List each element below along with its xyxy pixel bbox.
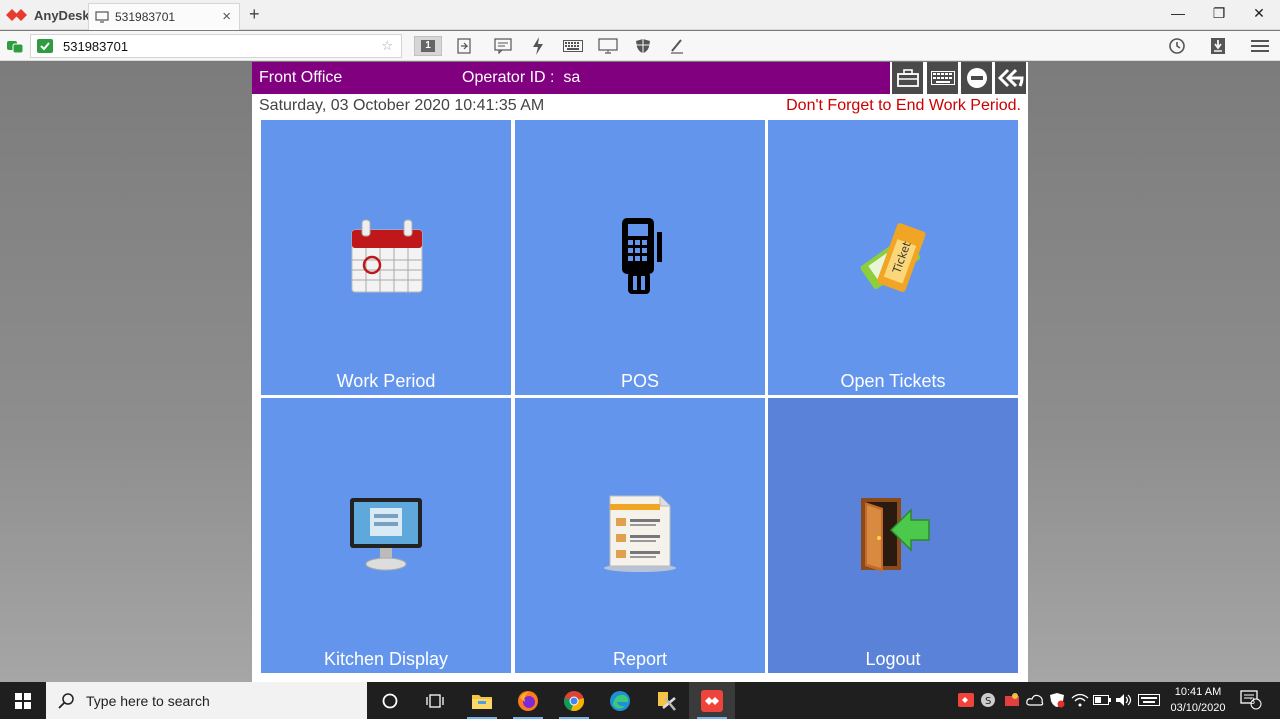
tray-anydesk-icon[interactable]: [957, 691, 975, 709]
actions-icon[interactable]: [528, 36, 548, 56]
calendar-icon: [351, 219, 423, 293]
tile-open-tickets[interactable]: Ticket Open Tickets: [768, 120, 1018, 395]
tray-keyboard-icon[interactable]: [1137, 691, 1161, 709]
restore-button[interactable]: ❐: [1209, 5, 1229, 22]
tray-app-icon[interactable]: [1002, 691, 1022, 709]
notification-count: 3: [1250, 696, 1256, 706]
svg-text:S: S: [985, 696, 991, 707]
search-placeholder: Type here to search: [86, 692, 210, 709]
info-bar: Saturday, 03 October 2020 10:41:35 AM Do…: [252, 95, 1028, 117]
tile-label: POS: [620, 371, 659, 391]
edge-icon[interactable]: [597, 682, 643, 719]
clock-time: 10:41 AM: [1174, 686, 1222, 698]
tile-label: Logout: [865, 649, 921, 669]
work-period-warning: Don't Forget to End Work Period.: [786, 97, 1021, 114]
keyboard-button[interactable]: [927, 62, 958, 94]
close-button[interactable]: ✕: [1249, 5, 1269, 22]
tray-wifi-icon[interactable]: [1070, 691, 1090, 709]
tray-security-icon[interactable]: [1047, 691, 1067, 709]
keyboard-icon[interactable]: [562, 36, 584, 56]
tab-close-icon[interactable]: ×: [222, 8, 231, 25]
cortana-icon[interactable]: [367, 682, 413, 719]
anydesk-titlebar: AnyDesk 531983701 × + — ❐ ✕: [0, 0, 1280, 30]
brand-name: AnyDesk: [34, 7, 90, 23]
tile-logout[interactable]: Logout: [768, 398, 1018, 673]
windows-taskbar: Type here to search S 10:41 AM 03/10/202…: [0, 682, 1280, 719]
taskbar-clock[interactable]: 10:41 AM 03/10/2020: [1160, 684, 1236, 716]
start-button[interactable]: [0, 682, 46, 719]
tile-label: Kitchen Display: [323, 649, 449, 669]
chrome-icon[interactable]: [551, 682, 597, 719]
current-datetime: Saturday, 03 October 2020 10:41:35 AM: [259, 97, 545, 114]
taskbar-search[interactable]: Type here to search: [46, 682, 367, 719]
display-icon[interactable]: [597, 36, 619, 56]
tray-battery-icon[interactable]: [1092, 691, 1112, 709]
bookmark-icon[interactable]: ☆: [381, 38, 393, 54]
connection-status-icon[interactable]: [6, 36, 24, 56]
minimize-app-button[interactable]: [961, 62, 992, 94]
pos-terminal-icon: [622, 218, 662, 294]
monitor-1-icon[interactable]: 1: [414, 36, 442, 56]
tray-volume-icon[interactable]: [1114, 691, 1134, 709]
session-tab[interactable]: 531983701 ×: [88, 3, 240, 30]
minimize-circle-icon: [966, 68, 987, 88]
windows-logo-icon: [15, 692, 31, 709]
briefcase-icon: [896, 69, 919, 87]
clock-date: 03/10/2020: [1170, 702, 1226, 714]
tile-report[interactable]: Report: [515, 398, 765, 673]
tile-work-period[interactable]: Work Period: [261, 120, 511, 395]
anydesk-brand[interactable]: AnyDesk: [6, 6, 90, 24]
anydesk-logo-icon: [6, 9, 27, 21]
app-header: Front Office Operator ID : sa: [252, 62, 890, 94]
tile-label: Work Period: [336, 371, 436, 391]
back-arrows-icon: [997, 68, 1024, 88]
report-document-icon: [604, 495, 676, 572]
search-icon: [58, 692, 74, 709]
page-title: Front Office: [259, 69, 343, 86]
monitor-icon: [95, 11, 109, 23]
task-view-icon[interactable]: [412, 682, 458, 719]
monitor-number: 1: [421, 40, 435, 52]
whiteboard-pen-icon[interactable]: [667, 36, 687, 56]
monitor-display-icon: [350, 498, 422, 571]
tickets-icon: Ticket: [860, 223, 926, 292]
menu-icon[interactable]: [1249, 36, 1271, 56]
address-bar[interactable]: 531983701 ☆: [30, 34, 402, 58]
operator-label: Operator ID :: [462, 69, 555, 86]
firefox-icon[interactable]: [505, 682, 551, 719]
new-tab-icon[interactable]: +: [249, 4, 260, 25]
sambapos-window: Front Office Operator ID : sa Saturday, …: [252, 62, 1028, 682]
privacy-shield-icon[interactable]: [633, 36, 653, 56]
tool-app-icon[interactable]: [643, 682, 689, 719]
history-icon[interactable]: [1166, 36, 1188, 56]
tile-label: Report: [612, 649, 668, 669]
anydesk-taskbar-icon[interactable]: [689, 682, 735, 719]
verified-icon: [37, 39, 53, 53]
logout-door-icon: [861, 498, 930, 572]
tab-title: 531983701: [115, 10, 176, 24]
minimize-button[interactable]: —: [1168, 5, 1188, 21]
briefcase-button[interactable]: [892, 62, 923, 94]
operator-id: sa: [563, 69, 581, 86]
download-icon[interactable]: [1207, 36, 1229, 56]
anydesk-toolbar: 531983701 ☆ 1: [0, 31, 1280, 61]
tile-kitchen-display[interactable]: Kitchen Display: [261, 398, 511, 673]
tray-skype-icon[interactable]: S: [979, 691, 997, 709]
back-button[interactable]: [995, 62, 1026, 94]
tile-pos[interactable]: POS: [515, 120, 765, 395]
keyboard-icon: [930, 71, 955, 85]
tray-cloud-icon[interactable]: [1025, 691, 1045, 709]
switch-sides-icon[interactable]: [454, 36, 474, 56]
operator-info: Operator ID : sa: [462, 69, 580, 87]
file-explorer-icon[interactable]: [459, 682, 505, 719]
address-text: 531983701: [63, 38, 129, 54]
notification-center-icon[interactable]: 3: [1238, 690, 1264, 710]
chat-icon[interactable]: [493, 36, 513, 56]
tile-label: Open Tickets: [840, 371, 946, 391]
